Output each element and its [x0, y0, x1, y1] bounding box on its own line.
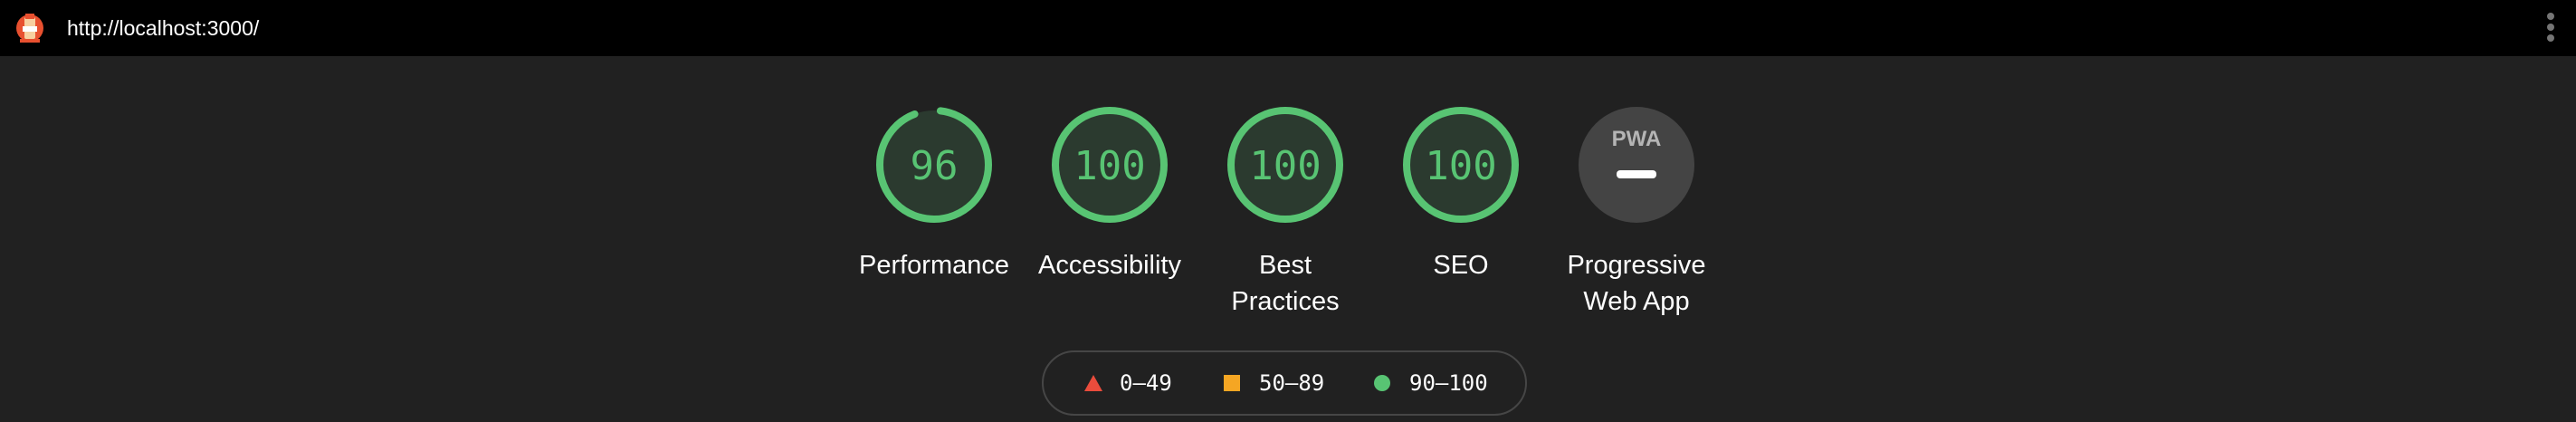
gauge-performance[interactable]: 96 Performance [853, 104, 1016, 283]
top-bar: http://localhost:3000/ [0, 0, 2576, 56]
circle-icon [1374, 375, 1390, 391]
gauge-accessibility[interactable]: 100 Accessibility [1028, 104, 1191, 283]
gauge-label-line: Best [1258, 251, 1312, 280]
triangle-icon [1084, 375, 1102, 391]
gauge-label: Performance [858, 251, 1009, 280]
legend-range: 0–49 [1120, 370, 1172, 396]
gauge-ring: 100 [1403, 107, 1519, 223]
gauge-seo[interactable]: 100 SEO [1379, 104, 1542, 283]
gauge-score: 100 [1425, 143, 1496, 189]
gauge-label: Accessibility [1038, 251, 1181, 280]
square-icon [1224, 375, 1240, 391]
gauge-ring: 100 [1052, 107, 1168, 223]
gauge-label: Best Practices [1204, 247, 1367, 320]
gauge-score: 100 [1073, 143, 1145, 189]
gauge-label-line: Practices [1231, 287, 1340, 316]
score-legend: 0–49 50–89 90–100 [1042, 350, 1527, 416]
gauge-label-line: Progressive [1567, 251, 1706, 280]
lighthouse-icon [16, 14, 43, 43]
gauge-ring: 100 [1227, 107, 1343, 223]
legend-range: 50–89 [1259, 370, 1325, 396]
gauge-label-line: Web App [1583, 287, 1690, 316]
legend-range: 90–100 [1409, 370, 1488, 396]
gauge-score: 100 [1249, 143, 1321, 189]
gauge-pwa[interactable]: PWA Progressive Web App [1555, 104, 1718, 320]
page-url: http://localhost:3000/ [67, 16, 260, 40]
pwa-badge-icon: PWA [1579, 107, 1694, 223]
gauge-ring: 96 [876, 107, 992, 223]
pwa-badge-text: PWA [1612, 127, 1662, 151]
gauge-best-practices[interactable]: 100 Best Practices [1204, 104, 1367, 320]
gauge-score: 96 [911, 143, 959, 189]
gauge-label: Progressive Web App [1555, 247, 1718, 320]
kebab-menu-icon[interactable] [2543, 13, 2558, 45]
gauge-label: SEO [1433, 251, 1489, 280]
